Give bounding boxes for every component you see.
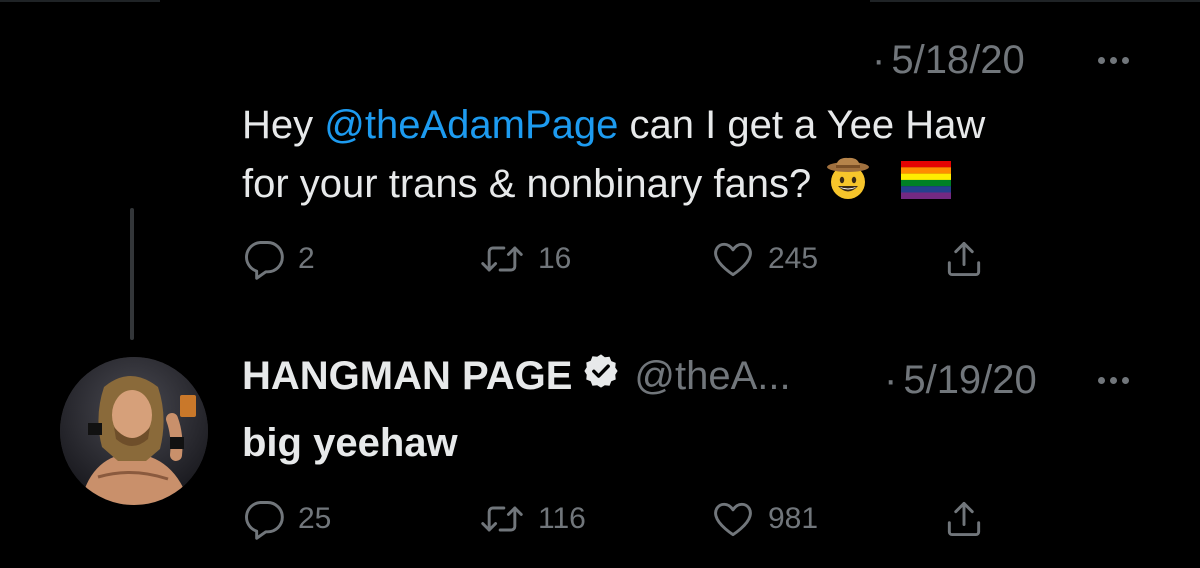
- tweet1-text-line2: for your trans & nonbinary fans?: [242, 155, 985, 218]
- share-icon: [942, 237, 986, 281]
- top-divider-left: [0, 0, 160, 2]
- retweet-count: 116: [538, 502, 586, 535]
- like-icon: [710, 237, 756, 281]
- tweet2-meta: · 5/19/20: [884, 358, 1037, 403]
- retweet-icon: [478, 497, 526, 541]
- tweet1-meta: · 5/18/20: [872, 38, 1025, 83]
- retweet-icon: [478, 237, 526, 281]
- separator-dot: ·: [872, 38, 886, 82]
- reply-button[interactable]: 25: [242, 494, 331, 544]
- reply-count: 2: [298, 242, 315, 275]
- cowboy-hat-face-emoji: [825, 155, 871, 218]
- tweet1-timestamp[interactable]: 5/18/20: [891, 38, 1024, 83]
- tweet1-text-rest: can I get a Yee Haw: [618, 103, 986, 147]
- share-button[interactable]: [942, 494, 986, 544]
- separator-dot: ·: [884, 358, 898, 402]
- tweet1-text: Hey @theAdamPage can I get a Yee Haw for…: [242, 96, 985, 218]
- tweet1-actions: 2 16 245: [242, 234, 1002, 284]
- author-name[interactable]: HANGMAN PAGE: [242, 354, 572, 399]
- thread-connector-line: [130, 208, 134, 340]
- tweet2-author[interactable]: HANGMAN PAGE @theA...: [242, 352, 791, 400]
- more-icon[interactable]: [1098, 57, 1129, 64]
- retweet-button[interactable]: 116: [478, 494, 586, 544]
- retweet-count: 16: [538, 242, 572, 275]
- reply-count: 25: [298, 502, 332, 535]
- verified-badge-icon: [582, 352, 620, 400]
- reply-button[interactable]: 2: [242, 234, 315, 284]
- reply-icon: [242, 237, 286, 281]
- tweet2-text: big yeehaw: [242, 421, 458, 465]
- like-button[interactable]: 245: [710, 234, 818, 284]
- tweet1-text-line1: Hey @theAdamPage can I get a Yee Haw: [242, 96, 985, 155]
- reply-icon: [242, 497, 286, 541]
- like-button[interactable]: 981: [710, 494, 818, 544]
- retweet-button[interactable]: 16: [478, 234, 571, 284]
- like-icon: [710, 497, 756, 541]
- tweet1-text-prefix: Hey: [242, 103, 325, 147]
- author-handle[interactable]: @theA...: [634, 354, 790, 399]
- avatar[interactable]: [60, 357, 208, 505]
- share-button[interactable]: [942, 234, 986, 284]
- tweet1-text-line2-content: for your trans & nonbinary fans?: [242, 162, 812, 207]
- share-icon: [942, 497, 986, 541]
- top-divider-right: [870, 0, 1200, 2]
- rainbow-flag-emoji: [901, 157, 952, 216]
- tweet2-actions: 25 116 981: [242, 494, 1002, 544]
- like-count: 245: [768, 242, 819, 275]
- mention-link[interactable]: @theAdamPage: [324, 103, 618, 147]
- tweet2-timestamp[interactable]: 5/19/20: [903, 358, 1036, 403]
- more-icon[interactable]: [1098, 377, 1129, 384]
- like-count: 981: [768, 502, 819, 535]
